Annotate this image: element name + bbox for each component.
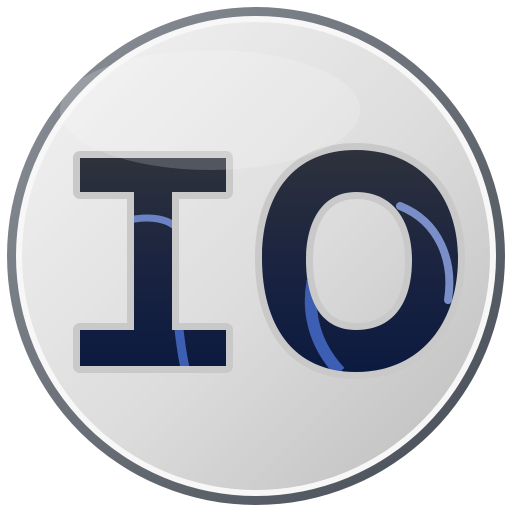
disc-highlight xyxy=(60,50,360,170)
app-icon: IO xyxy=(0,0,512,512)
io-logo-icon xyxy=(7,7,505,505)
